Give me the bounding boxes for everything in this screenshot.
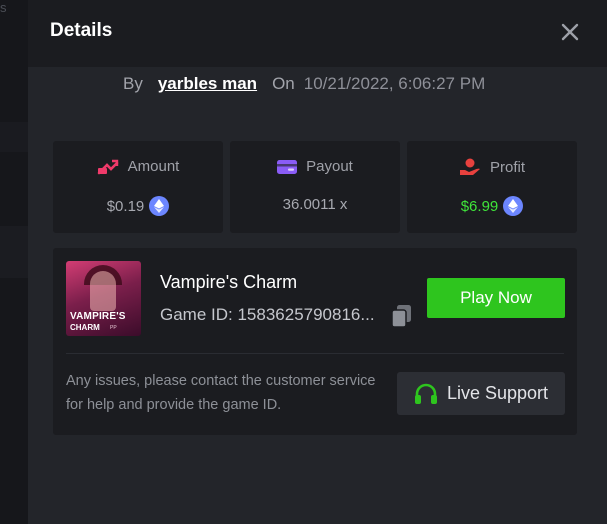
details-modal: Details By yarbles man On 10/21/2022, 6:…: [28, 0, 607, 524]
on-label: On: [272, 74, 295, 93]
thumb-title-2: CHARM: [70, 323, 100, 332]
backdrop-row: [0, 122, 28, 152]
payout-label: Payout: [306, 158, 353, 175]
close-button[interactable]: [558, 20, 582, 44]
copy-button[interactable]: [391, 304, 413, 328]
profit-stat: Profit $6.99: [407, 141, 577, 233]
profit-value: $6.99: [460, 197, 499, 215]
live-support-button[interactable]: Live Support: [397, 372, 565, 415]
headset-icon: [414, 383, 437, 404]
modal-header: Details: [28, 0, 607, 67]
backdrop-text: s: [0, 0, 7, 15]
hand-coin-icon: [459, 158, 480, 175]
game-name: Vampire's Charm: [160, 272, 298, 292]
copy-icon: [391, 305, 411, 328]
amount-value: $0.19: [106, 197, 145, 215]
username-link[interactable]: yarbles man: [158, 74, 257, 94]
game-card: VAMPIRE'S CHARM PP Vampire's Charm Game …: [53, 248, 577, 435]
live-support-label: Live Support: [446, 383, 549, 403]
profit-label: Profit: [489, 158, 525, 176]
thumb-title-1: VAMPIRE'S: [70, 311, 126, 322]
wallet-icon: [277, 159, 298, 174]
divider: [66, 353, 564, 354]
thumb-brand: PP: [110, 325, 117, 331]
by-label: By: [123, 74, 143, 93]
game-thumbnail[interactable]: VAMPIRE'S CHARM PP: [66, 261, 141, 336]
backdrop: s: [0, 0, 28, 524]
bet-date: 10/21/2022, 6:06:27 PM: [303, 74, 486, 93]
amount-stat: Amount $0.19: [53, 141, 223, 233]
eth-icon: [149, 196, 170, 216]
payout-value: 36.0011 x: [282, 196, 348, 213]
bet-byline: By yarbles man On 10/21/2022, 6:06:27 PM: [123, 73, 485, 95]
game-id: Game ID: 1583625790816...: [160, 305, 375, 324]
amount-label: Amount: [127, 158, 180, 175]
amount-icon: [97, 159, 118, 174]
modal-title: Details: [50, 20, 113, 41]
payout-stat: Payout 36.0011 x: [230, 141, 400, 233]
close-icon: [561, 23, 579, 41]
play-now-button[interactable]: Play Now: [427, 278, 565, 318]
backdrop-row: [0, 226, 28, 278]
eth-icon: [503, 196, 524, 216]
issues-text: Any issues, please contact the customer …: [66, 373, 376, 413]
